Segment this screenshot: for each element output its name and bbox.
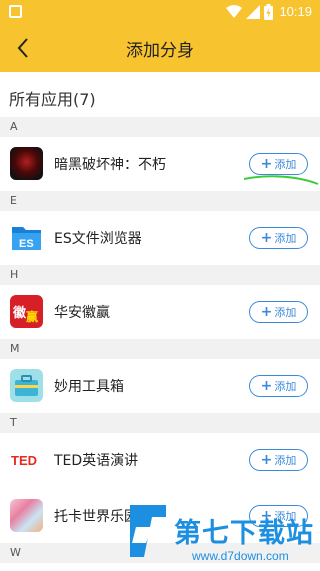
list-item: 妙用工具箱 + 添加 [0, 359, 320, 415]
watermark: 第七下载站 www.d7down.com [122, 495, 320, 571]
svg-text:赢: 赢 [26, 309, 38, 324]
add-button[interactable]: + 添加 [249, 375, 308, 397]
watermark-url: www.d7down.com [192, 549, 289, 563]
app-name: TED英语演讲 [54, 453, 139, 469]
section-title: 所有应用(7) [9, 90, 96, 109]
notification-icon [9, 5, 22, 18]
app-bar: 添加分身 [0, 24, 320, 72]
toca-world-icon [10, 499, 43, 532]
watermark-brand: 第七下载站 [174, 518, 314, 549]
svg-text:ES: ES [19, 238, 34, 250]
list-item: ES ES文件浏览器 + 添加 [0, 211, 320, 267]
huaan-app-icon: 徽赢 [10, 295, 43, 328]
letter-header-m: M [0, 339, 320, 359]
letter-header-h: H [0, 265, 320, 285]
annotation-underline [243, 175, 319, 185]
letter-header-t: T [0, 413, 320, 433]
app-name: ES文件浏览器 [54, 231, 142, 247]
letter-header-a: A [0, 117, 320, 137]
app-name: 暗黑破坏神：不朽 [54, 157, 166, 173]
clock: 10:19 [279, 4, 312, 19]
status-bar: 10:19 [0, 0, 320, 24]
list-item: 徽赢 华安徽赢 + 添加 [0, 285, 320, 341]
svg-text:徽: 徽 [12, 305, 27, 321]
letter-header-e: E [0, 191, 320, 211]
diablo-app-icon [10, 147, 43, 180]
list-item: TED TED英语演讲 + 添加 [0, 433, 320, 489]
es-file-explorer-icon: ES [10, 221, 43, 254]
svg-text:TED: TED [11, 453, 37, 468]
add-button[interactable]: + 添加 [249, 449, 308, 471]
app-name: 华安徽赢 [54, 305, 110, 321]
app-name: 妙用工具箱 [54, 379, 124, 395]
wifi-icon [226, 5, 242, 18]
add-button[interactable]: + 添加 [249, 301, 308, 323]
battery-icon [264, 4, 273, 20]
ted-app-icon: TED [10, 443, 43, 476]
signal-icon [246, 5, 260, 19]
page-title: 添加分身 [126, 41, 194, 61]
add-button[interactable]: + 添加 [249, 227, 308, 249]
watermark-logo-icon [130, 505, 166, 557]
toolbox-app-icon [10, 369, 43, 402]
